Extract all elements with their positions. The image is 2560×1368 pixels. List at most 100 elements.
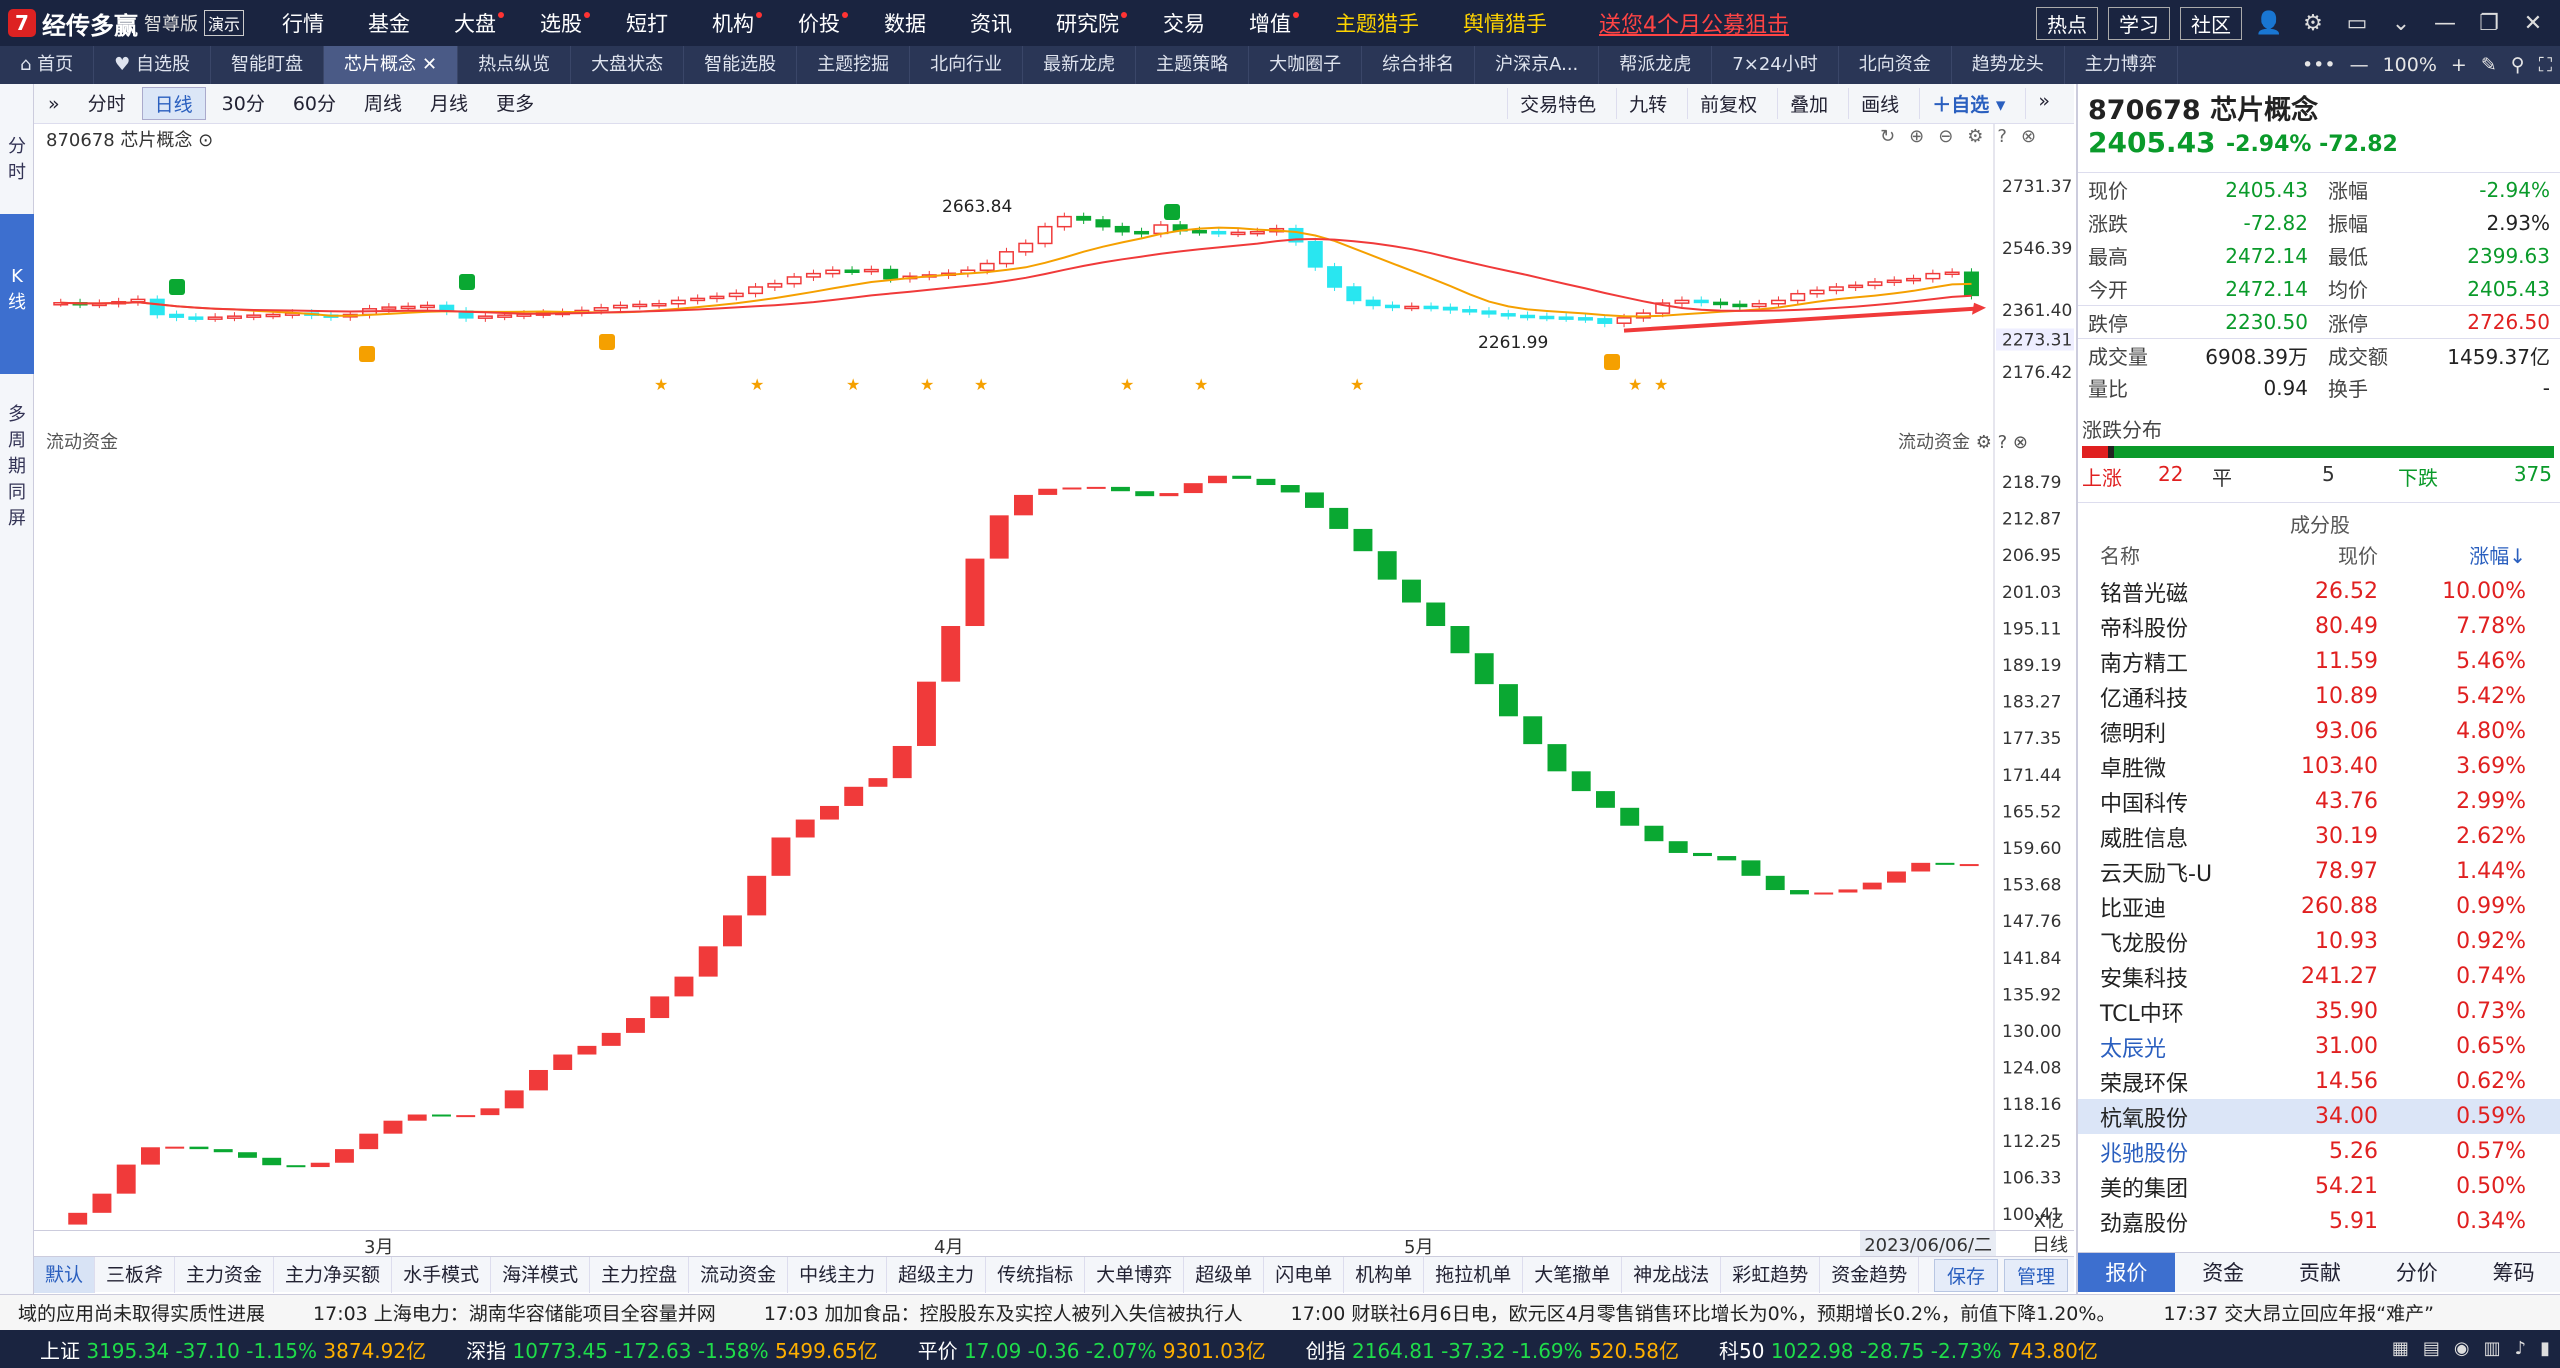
- expand-left-icon[interactable]: »: [36, 91, 72, 117]
- indicator-tab[interactable]: 大笔撤单: [1523, 1256, 1623, 1293]
- wifi-icon[interactable]: ▮: [2540, 1338, 2550, 1359]
- indicator-tab[interactable]: 大单博弈: [1085, 1256, 1185, 1293]
- menu-item[interactable]: 舆情猎手: [1441, 8, 1569, 38]
- tab-close-icon[interactable]: ✕: [422, 54, 437, 75]
- indicator-tab[interactable]: 机构单: [1344, 1256, 1425, 1293]
- refresh-icon[interactable]: ↻: [1880, 126, 1895, 147]
- tab-item[interactable]: 大咖圈子: [1249, 46, 1363, 84]
- panel-tab[interactable]: 贡献: [2272, 1253, 2369, 1292]
- tab-item[interactable]: 主力博弈: [2065, 46, 2178, 84]
- jiuzhuan-button[interactable]: 九转: [1616, 88, 1679, 119]
- menu-item[interactable]: 大盘: [432, 8, 518, 38]
- period-tab[interactable]: 月线: [418, 87, 480, 120]
- adjust-button[interactable]: 前复权: [1687, 88, 1769, 119]
- tab-item[interactable]: 主题策略: [1136, 46, 1250, 84]
- index-item[interactable]: 深指 10773.45 -172.63 -1.58% 5499.65亿: [466, 1335, 878, 1364]
- tab-item[interactable]: ⌂ 首页: [0, 46, 95, 84]
- indicator-tab[interactable]: 神龙战法: [1622, 1256, 1722, 1293]
- indicator-tab[interactable]: 资金趋势: [1820, 1256, 1920, 1293]
- component-row[interactable]: 亿通科技 10.89 5.42%: [2078, 679, 2560, 714]
- news-item[interactable]: 17:03 上海电力：湖南华容储能项目全容量并网: [313, 1299, 716, 1326]
- community-button[interactable]: 社区: [2180, 6, 2242, 40]
- news-item[interactable]: 域的应用尚未取得实质性进展: [18, 1299, 265, 1326]
- indicator-tab[interactable]: 拖拉机单: [1424, 1256, 1524, 1293]
- component-row[interactable]: 南方精工 11.59 5.46%: [2078, 644, 2560, 679]
- settings-icon[interactable]: ⚙: [1967, 126, 1983, 147]
- menu-item[interactable]: 短打: [604, 8, 690, 38]
- expand-right-icon[interactable]: »: [2025, 88, 2062, 119]
- menu-item[interactable]: 研究院: [1034, 8, 1141, 38]
- period-tab[interactable]: 周线: [352, 87, 414, 120]
- col-change[interactable]: 涨幅↓: [2378, 540, 2542, 570]
- component-row[interactable]: 荣晟环保 14.56 0.62%: [2078, 1064, 2560, 1099]
- panel-tab[interactable]: 分价: [2368, 1253, 2465, 1292]
- view-kline[interactable]: K 线: [0, 214, 34, 374]
- indicator-tab[interactable]: 彩虹趋势: [1721, 1256, 1821, 1293]
- component-row[interactable]: 美的集团 54.21 0.50%: [2078, 1169, 2560, 1204]
- indicator-tab[interactable]: 主力控盘: [590, 1256, 690, 1293]
- hotspot-button[interactable]: 热点: [2036, 6, 2098, 40]
- period-tab[interactable]: 30分: [210, 87, 277, 120]
- component-row[interactable]: TCL中环 35.90 0.73%: [2078, 994, 2560, 1029]
- component-row[interactable]: 劲嘉股份 5.91 0.34%: [2078, 1204, 2560, 1239]
- indicator-tab[interactable]: 三板斧: [95, 1256, 176, 1293]
- tab-item[interactable]: 大盘状态: [571, 46, 685, 84]
- menu-item[interactable]: 价投: [776, 8, 862, 38]
- component-row[interactable]: 卓胜微 103.40 3.69%: [2078, 749, 2560, 784]
- tab-item[interactable]: ♥ 自选股: [94, 46, 212, 84]
- component-row[interactable]: 铭普光磁 26.52 10.00%: [2078, 574, 2560, 609]
- draw-line-button[interactable]: 画线: [1848, 88, 1911, 119]
- zoom-out-icon[interactable]: —: [2350, 54, 2369, 76]
- period-tab[interactable]: 60分: [281, 87, 348, 120]
- fund-chart[interactable]: 218.79 212.87 206.95 201.03 195.11 189.19 183.…: [34, 418, 2074, 1230]
- component-row[interactable]: 兆驰股份 5.26 0.57%: [2078, 1134, 2560, 1169]
- restore-icon[interactable]: ❐: [2472, 6, 2506, 40]
- tab-item[interactable]: 北向行业: [910, 46, 1024, 84]
- minimize-icon[interactable]: —: [2428, 6, 2462, 40]
- promo-link[interactable]: 送您4个月公募狙击: [1599, 7, 1789, 39]
- tab-item[interactable]: 智能盯盘: [211, 46, 325, 84]
- index-item[interactable]: 平价 17.09 -0.36 -2.07% 9301.03亿: [918, 1335, 1266, 1364]
- demo-badge[interactable]: 演示: [204, 10, 245, 36]
- indicator-tab[interactable]: 超级主力: [887, 1256, 987, 1293]
- app-logo[interactable]: 7 经传多赢 智尊版 演示: [0, 6, 260, 41]
- chart-icon[interactable]: ▥: [2484, 1338, 2501, 1359]
- menu-item[interactable]: 选股: [518, 8, 604, 38]
- news-item[interactable]: 17:37 交大昂立回应年报“难产”: [2163, 1299, 2433, 1326]
- period-tab[interactable]: 分时: [76, 87, 138, 120]
- zoom-minus-icon[interactable]: ⊖: [1938, 126, 1953, 147]
- indicator-tab[interactable]: 水手模式: [392, 1256, 492, 1293]
- user-icon[interactable]: 👤: [2252, 6, 2286, 40]
- close-icon[interactable]: ✕: [2516, 6, 2550, 40]
- component-row[interactable]: 德明利 93.06 4.80%: [2078, 714, 2560, 749]
- maximize-icon[interactable]: ⛶: [2539, 54, 2552, 76]
- indicator-tab[interactable]: 闪电单: [1264, 1256, 1345, 1293]
- component-row[interactable]: 中国科传 43.76 2.99%: [2078, 784, 2560, 819]
- col-price[interactable]: 现价: [2258, 540, 2378, 570]
- menu-item[interactable]: 主题猎手: [1313, 8, 1441, 38]
- indicator-tab[interactable]: 主力净买额: [274, 1256, 393, 1293]
- indicator-tab[interactable]: 超级单: [1184, 1256, 1265, 1293]
- pen-icon[interactable]: ✎: [2481, 54, 2497, 76]
- view-multi-period[interactable]: 多 周 期 同 屏: [0, 394, 34, 540]
- component-row[interactable]: 杭氧股份 34.00 0.59%: [2078, 1099, 2560, 1134]
- index-item[interactable]: 科50 1022.98 -28.75 -2.73% 743.80亿: [1719, 1335, 2098, 1364]
- tab-item[interactable]: 主题挖掘: [797, 46, 911, 84]
- tab-item[interactable]: 沪深京A...: [1475, 46, 1600, 84]
- indicator-tab[interactable]: 主力资金: [175, 1256, 275, 1293]
- manage-button[interactable]: 管理: [2003, 1259, 2068, 1292]
- component-row[interactable]: 云天励飞-U 78.97 1.44%: [2078, 854, 2560, 889]
- layout-icon[interactable]: ▭: [2340, 6, 2374, 40]
- add-watchlist-button[interactable]: ＋自选 ▾: [1919, 88, 2017, 119]
- trade-feature-button[interactable]: 交易特色: [1507, 88, 1608, 119]
- bell-icon[interactable]: ♪: [2515, 1338, 2527, 1359]
- tab-item[interactable]: 芯片概念 ✕: [324, 46, 459, 84]
- fund-settings-icon[interactable]: ⚙: [1976, 432, 1992, 453]
- more-icon[interactable]: •••: [2302, 54, 2336, 76]
- indicator-tab[interactable]: 传统指标: [986, 1256, 1086, 1293]
- tab-item[interactable]: 7×24小时: [1712, 46, 1839, 84]
- tab-item[interactable]: 热点纵览: [458, 46, 572, 84]
- fund-close-icon[interactable]: ⊗: [2013, 432, 2028, 453]
- view-fenshi[interactable]: 分 时: [0, 84, 34, 183]
- index-item[interactable]: 上证 3195.34 -37.10 -1.15% 3874.92亿: [40, 1335, 426, 1364]
